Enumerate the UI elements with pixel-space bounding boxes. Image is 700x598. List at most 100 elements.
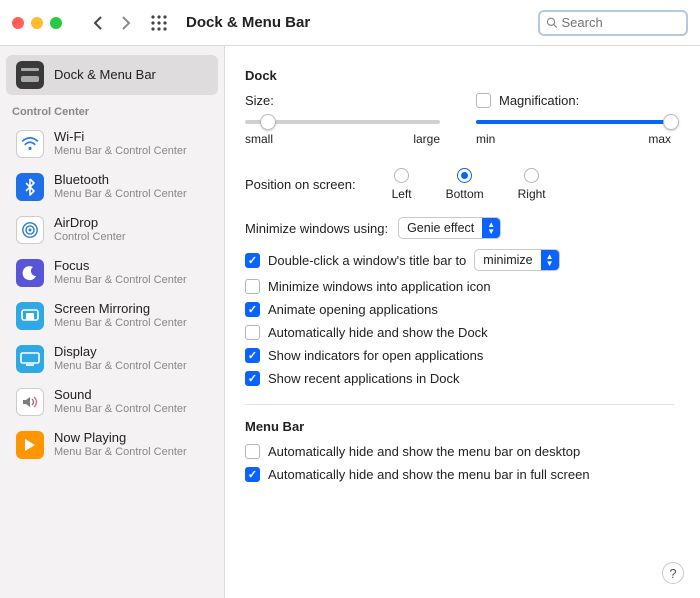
window-title: Dock & Menu Bar <box>186 14 310 31</box>
search-input[interactable] <box>562 15 681 30</box>
sidebar-item-display[interactable]: DisplayMenu Bar & Control Center <box>6 338 218 380</box>
chevron-right-icon <box>120 16 132 30</box>
size-slider[interactable] <box>245 120 440 124</box>
doubleclick-titlebar-checkbox[interactable] <box>245 253 260 268</box>
minimize-using-label: Minimize windows using: <box>245 221 388 236</box>
radio-label: Left <box>392 187 412 201</box>
updown-icon: ▲▼ <box>541 250 559 270</box>
show-recent-apps-checkbox[interactable] <box>245 371 260 386</box>
sidebar-item-sublabel: Menu Bar & Control Center <box>54 188 187 202</box>
checkbox-label: Automatically hide and show the menu bar… <box>268 444 580 459</box>
sidebar: Dock & Menu Bar Control Center Wi-FiMenu… <box>0 46 225 598</box>
bluetooth-icon <box>16 173 44 201</box>
size-slider-block: Size: small large <box>245 93 440 146</box>
grid-icon <box>150 14 168 32</box>
checkbox-label: Minimize windows into application icon <box>268 279 491 294</box>
moon-icon <box>16 259 44 287</box>
animate-opening-checkbox[interactable] <box>245 302 260 317</box>
sidebar-item-sublabel: Menu Bar & Control Center <box>54 446 187 460</box>
position-radio-left[interactable]: Left <box>392 168 412 201</box>
position-radio-group: Left Bottom Right <box>392 168 546 201</box>
help-icon: ? <box>669 566 676 581</box>
play-icon <box>16 431 44 459</box>
dock-icon <box>16 61 44 89</box>
sidebar-item-sublabel: Menu Bar & Control Center <box>54 145 187 159</box>
checkbox-label: Automatically hide and show the menu bar… <box>268 467 590 482</box>
doubleclick-action-select[interactable]: minimize ▲▼ <box>474 249 559 271</box>
magnification-slider-block: Magnification: min max <box>476 93 671 146</box>
mag-max-label: max <box>648 132 671 146</box>
sidebar-item-label: Now Playing <box>54 430 187 446</box>
divider <box>245 404 674 405</box>
size-label: Size: <box>245 93 440 108</box>
sidebar-item-screen-mirroring[interactable]: Screen MirroringMenu Bar & Control Cente… <box>6 295 218 337</box>
radio-icon <box>524 168 539 183</box>
content-pane: Dock Size: small large Magnification: <box>225 46 700 598</box>
position-label: Position on screen: <box>245 177 356 192</box>
sidebar-item-bluetooth[interactable]: BluetoothMenu Bar & Control Center <box>6 166 218 208</box>
sidebar-item-focus[interactable]: FocusMenu Bar & Control Center <box>6 252 218 294</box>
radio-label: Right <box>518 187 546 201</box>
slider-fill <box>476 120 671 124</box>
sidebar-item-sublabel: Menu Bar & Control Center <box>54 317 187 331</box>
magnification-label: Magnification: <box>499 93 579 108</box>
sidebar-item-sublabel: Menu Bar & Control Center <box>54 403 187 417</box>
sidebar-item-label: Focus <box>54 258 187 274</box>
minimize-window-button[interactable] <box>31 17 43 29</box>
checkbox-label: Show indicators for open applications <box>268 348 483 363</box>
radio-icon <box>394 168 409 183</box>
window-controls <box>12 17 62 29</box>
sidebar-item-airdrop[interactable]: AirDropControl Center <box>6 209 218 251</box>
display-icon <box>16 345 44 373</box>
position-radio-bottom[interactable]: Bottom <box>446 168 484 201</box>
mag-min-label: min <box>476 132 495 146</box>
autohide-menubar-desktop-checkbox[interactable] <box>245 444 260 459</box>
position-radio-right[interactable]: Right <box>518 168 546 201</box>
sidebar-item-label: Dock & Menu Bar <box>54 67 156 83</box>
forward-button[interactable] <box>116 13 136 33</box>
magnification-checkbox[interactable] <box>476 93 491 108</box>
help-button[interactable]: ? <box>662 562 684 584</box>
show-indicators-checkbox[interactable] <box>245 348 260 363</box>
radio-label: Bottom <box>446 187 484 201</box>
sidebar-item-sublabel: Menu Bar & Control Center <box>54 360 187 374</box>
sidebar-item-sound[interactable]: SoundMenu Bar & Control Center <box>6 381 218 423</box>
select-value: Genie effect <box>399 221 482 235</box>
autohide-menubar-fullscreen-checkbox[interactable] <box>245 467 260 482</box>
checkbox-label: Animate opening applications <box>268 302 438 317</box>
minimize-into-app-checkbox[interactable] <box>245 279 260 294</box>
radio-icon <box>457 168 472 183</box>
slider-thumb-icon[interactable] <box>260 114 276 130</box>
sidebar-item-label: Sound <box>54 387 187 403</box>
sidebar-item-dock-menubar[interactable]: Dock & Menu Bar <box>6 55 218 95</box>
chevron-left-icon <box>92 16 104 30</box>
zoom-window-button[interactable] <box>50 17 62 29</box>
checkbox-label: Show recent applications in Dock <box>268 371 460 386</box>
back-button[interactable] <box>88 13 108 33</box>
search-icon <box>546 16 558 29</box>
sidebar-item-sublabel: Control Center <box>54 231 126 245</box>
wifi-icon <box>16 130 44 158</box>
menubar-heading: Menu Bar <box>245 419 674 434</box>
sound-icon <box>16 388 44 416</box>
magnification-slider[interactable] <box>476 120 671 124</box>
sidebar-item-label: Bluetooth <box>54 172 187 188</box>
slider-thumb-icon[interactable] <box>663 114 679 130</box>
sidebar-item-now-playing[interactable]: Now PlayingMenu Bar & Control Center <box>6 424 218 466</box>
dock-heading: Dock <box>245 68 674 83</box>
close-window-button[interactable] <box>12 17 24 29</box>
updown-icon: ▲▼ <box>482 218 500 238</box>
airdrop-icon <box>16 216 44 244</box>
show-all-button[interactable] <box>150 14 168 32</box>
sidebar-item-label: Wi-Fi <box>54 129 187 145</box>
sidebar-section-label: Control Center <box>0 96 224 122</box>
screen-mirroring-icon <box>16 302 44 330</box>
sidebar-item-wifi[interactable]: Wi-FiMenu Bar & Control Center <box>6 123 218 165</box>
titlebar: Dock & Menu Bar <box>0 0 700 46</box>
size-max-label: large <box>413 132 440 146</box>
search-field[interactable] <box>538 10 688 36</box>
autohide-dock-checkbox[interactable] <box>245 325 260 340</box>
sidebar-item-label: Display <box>54 344 187 360</box>
minimize-effect-select[interactable]: Genie effect ▲▼ <box>398 217 501 239</box>
doubleclick-label: Double-click a window's title bar to <box>268 253 466 268</box>
